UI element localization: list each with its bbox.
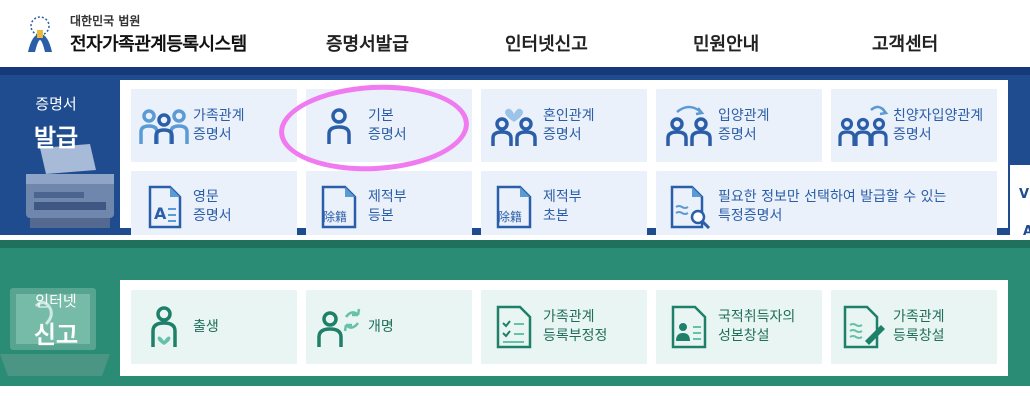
nav-customer-center[interactable]: 고객센터 — [872, 30, 938, 56]
issue-panel: 가족관계 증명서 기본 증명서 혼인관계 증명서 입양관계 증명서 친양자입양관… — [120, 80, 1008, 242]
tile-line2: 증명서 — [543, 126, 582, 143]
tile-full-adoption-certificate[interactable]: 친양자입양관계 증명서 — [831, 89, 997, 162]
tile-specific-certificate[interactable]: 필요한 정보만 선택하여 발급할 수 있는 특정증명서 — [656, 171, 997, 242]
removed-register-document-icon: 除籍 — [321, 185, 357, 228]
tile-rename-report[interactable]: 개명 — [306, 290, 472, 364]
issue-band-top-strip — [0, 67, 1030, 75]
tile-line1: 가족관계 — [193, 107, 245, 124]
tile-family-relation-certificate[interactable]: 가족관계 증명서 — [131, 89, 297, 162]
tile-line2: 등록부정정 — [543, 328, 608, 344]
tile-adoption-certificate[interactable]: 입양관계 증명서 — [656, 89, 822, 162]
tile-removed-register-full-copy[interactable]: 除籍 제적부 등본 — [306, 171, 472, 242]
tile-removed-register-abstract[interactable]: 除籍 제적부 초본 — [481, 171, 647, 242]
tile-line2: 증명서 — [193, 126, 232, 143]
document-pen-icon — [843, 305, 885, 349]
tile-line2: 초본 — [543, 207, 569, 224]
tile-line2: 성본창설 — [718, 328, 770, 344]
nav-internet-report[interactable]: 인터넷신고 — [505, 30, 588, 56]
report-label-big: 신고 — [33, 321, 79, 349]
tile-line1: 입양관계 — [718, 107, 770, 124]
tile-line2: 증명서 — [193, 207, 232, 224]
removed-register-badge: 除籍 — [498, 209, 522, 224]
page: 대한민국 법원 전자가족관계등록시스템 증명서발급 인터넷신고 민원안내 고객센… — [0, 0, 1030, 405]
tile-register-correction[interactable]: 가족관계 등록부정정 — [481, 290, 647, 364]
site-header: 대한민국 법원 전자가족관계등록시스템 증명서발급 인터넷신고 민원안내 고객센… — [0, 0, 1030, 67]
tile-line2: 증명서 — [368, 126, 407, 143]
tile-line1: 국적취득자의 — [718, 309, 796, 325]
document-search-icon — [670, 185, 711, 229]
removed-register-badge: 除籍 — [323, 209, 347, 224]
tile-line1: 가족관계 — [543, 309, 595, 325]
tile-marriage-certificate[interactable]: 혼인관계 증명서 — [481, 89, 647, 162]
couple-heart-icon — [491, 108, 537, 146]
family-group-icon — [139, 108, 189, 144]
report-band-top-strip — [0, 240, 1030, 248]
svg-text:A: A — [154, 204, 167, 223]
tile-line1: 가족관계 — [893, 309, 945, 325]
tile-line1: 영문 — [193, 188, 219, 205]
issue-label-big: 발급 — [33, 124, 79, 152]
family-adoption-icon — [838, 105, 889, 146]
report-section-label: 인터넷 신고 — [0, 290, 112, 350]
tile-naturalized-surname-creation[interactable]: 국적취득자의 성본창설 — [656, 290, 822, 364]
rename-icon — [317, 308, 361, 347]
tile-line1: 제적부 — [543, 188, 582, 205]
tile-line2: 특정증명서 — [718, 207, 783, 224]
removed-register-document-icon: 除籍 — [496, 185, 532, 228]
tile-line1: 필요한 정보만 선택하여 발급할 수 있는 — [718, 188, 947, 205]
tile-line1: 개명 — [368, 318, 394, 335]
id-card-document-icon — [671, 305, 707, 349]
tile-line2: 증명서 — [718, 126, 757, 143]
tile-line1: 제적부 — [368, 188, 407, 205]
system-name[interactable]: 전자가족관계등록시스템 — [70, 30, 247, 56]
page-bottom — [0, 386, 1030, 405]
birth-icon — [151, 306, 177, 347]
nav-civil-guide[interactable]: 민원안내 — [693, 30, 759, 56]
right-edge-char-1: V — [1019, 187, 1030, 202]
report-label-small: 인터넷 — [35, 292, 77, 310]
tile-line1: 친양자입양관계 — [893, 107, 984, 124]
tile-register-creation[interactable]: 가족관계 등록창설 — [831, 290, 997, 364]
tile-line1: 출생 — [193, 318, 219, 335]
printer-illustration — [26, 144, 114, 228]
person-icon — [327, 107, 351, 144]
report-panel: 출생 개명 가족관계 등록부정정 국적취득자의 성본창설 가족관계 등록창설 — [120, 280, 1008, 376]
adoption-arrows-icon — [666, 105, 712, 146]
issue-label-small: 증명서 — [35, 95, 77, 113]
tile-line1: 기본 — [368, 107, 394, 124]
tile-line2: 증명서 — [893, 126, 932, 143]
issue-section-label: 증명서 발급 — [0, 93, 112, 153]
english-document-icon: A — [148, 185, 182, 228]
checklist-document-icon — [496, 305, 532, 349]
tile-line1: 혼인관계 — [543, 107, 595, 124]
court-emblem-icon[interactable] — [18, 12, 62, 56]
tile-english-certificate[interactable]: A 영문 증명서 — [131, 171, 297, 242]
tile-basic-certificate[interactable]: 기본 증명서 — [306, 89, 472, 162]
tile-line2: 등록창설 — [893, 328, 945, 344]
tile-line2: 등본 — [368, 207, 394, 224]
tile-birth-report[interactable]: 출생 — [131, 290, 297, 364]
org-name: 대한민국 법원 — [70, 14, 141, 28]
nav-certificate-issue[interactable]: 증명서발급 — [326, 30, 409, 56]
